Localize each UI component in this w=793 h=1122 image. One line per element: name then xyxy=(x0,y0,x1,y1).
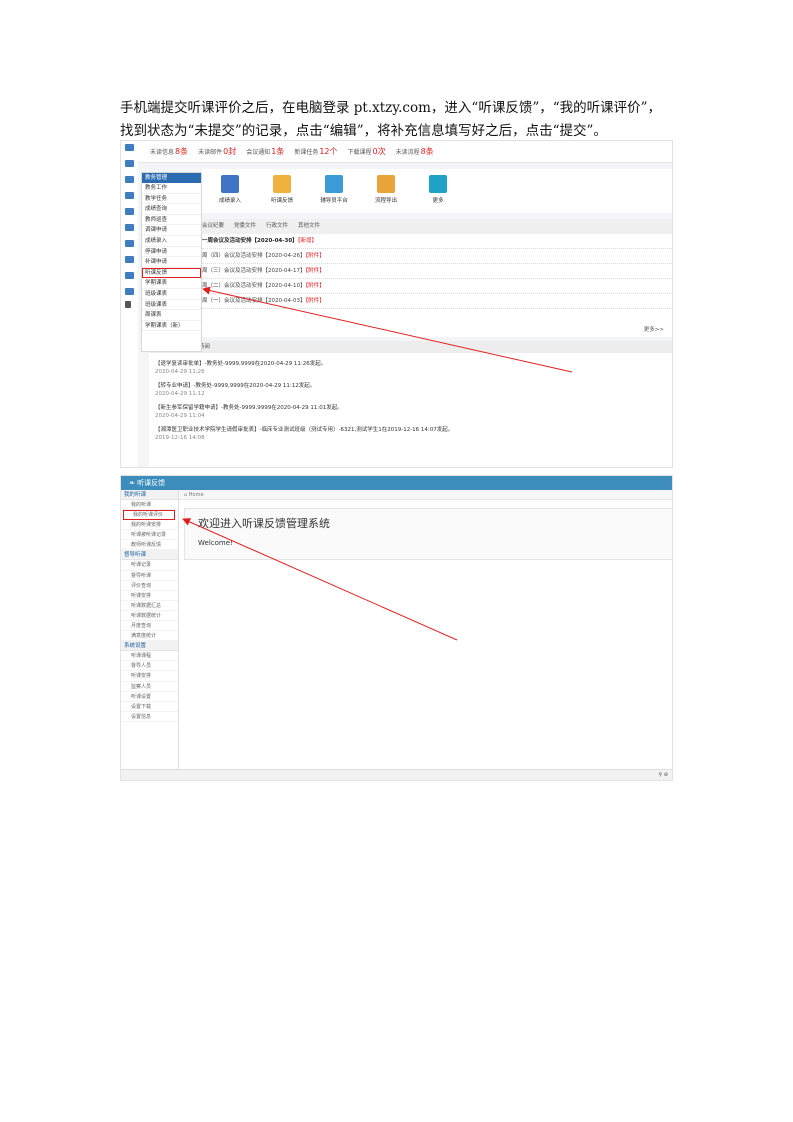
grid-icon[interactable] xyxy=(125,208,134,215)
menu-item[interactable]: 教学任务 xyxy=(142,194,201,205)
news-row[interactable]: 周（三）会议及活动安排【2020-04-17】【附件】 xyxy=(202,264,672,279)
sidebar-item[interactable]: 听课数据汇总 xyxy=(121,601,178,611)
welcome-title: 欢迎进入听课反馈管理系统 xyxy=(198,517,330,530)
news-panel: 会议纪要 党委文件 行政文件 其他文件 一周会议及活动安排【2020-04-30… xyxy=(202,219,672,337)
menu-item[interactable]: 周课表 xyxy=(142,310,201,321)
menu-item[interactable]: 教务工作 xyxy=(142,183,201,194)
status-item[interactable]: 新课任务12个 xyxy=(294,146,337,157)
status-item[interactable]: 未读流程8条 xyxy=(396,146,434,157)
sidebar-item[interactable]: 满意度统计 xyxy=(121,631,178,642)
welcome-panel: 欢迎进入听课反馈管理系统 Welcome! xyxy=(184,508,672,560)
grid-icon[interactable] xyxy=(125,288,134,295)
sidebar-group[interactable]: 我的听课 xyxy=(121,490,178,500)
sidebar-item[interactable]: 我的听课安排 xyxy=(121,520,178,531)
menu-item[interactable]: 学期课表 xyxy=(142,278,201,289)
menu-item[interactable]: 教师巡查 xyxy=(142,215,201,226)
instruction-text: 手机端提交听课评价之后，在电脑登录 pt.xtzy.com，进入“听课反馈”，“… xyxy=(120,97,680,143)
news-row[interactable]: 周（一）会议及活动安排【2020-04-03】【附件】 xyxy=(202,294,672,309)
sidebar-item[interactable]: 设置信息 xyxy=(121,712,178,722)
sidebar-item[interactable]: 设置下载 xyxy=(121,702,178,712)
sidebar-item[interactable]: 听课安排 xyxy=(121,591,178,601)
menu-item[interactable]: 成绩录入 xyxy=(142,236,201,247)
portal-status-bar: 未读信息8条 未读邮件0封 会议通知1条 新课任务12个 下载课程0次 未读流程… xyxy=(138,141,672,163)
notice-item[interactable]: 【转专业申请】-教务处-9999,9999在2020-04-29 11:12发起… xyxy=(149,375,672,397)
menu-item[interactable]: 成绩查询 xyxy=(142,204,201,215)
grid-icon[interactable] xyxy=(125,160,134,167)
shortcut-grade-entry[interactable]: 成绩录入 xyxy=(210,175,250,204)
tab-other[interactable]: 其他文件 xyxy=(298,219,320,234)
notice-item[interactable]: 【退学复读审批单】-教务处-9999,9999在2020-04-29 11:26… xyxy=(149,353,672,375)
status-bar: ⚲ ⊘ xyxy=(121,769,672,780)
status-item[interactable]: 未读邮件0封 xyxy=(198,146,236,157)
grid-icon[interactable] xyxy=(125,240,134,247)
shortcut-more[interactable]: 更多 xyxy=(418,175,458,204)
sidebar-item[interactable]: 月度查询 xyxy=(121,621,178,632)
sidebar-item[interactable]: 督导听课 xyxy=(121,571,178,581)
shortcut-counselor[interactable]: 辅导员平台 xyxy=(314,175,354,204)
grid-icon[interactable] xyxy=(125,192,134,199)
menu-item[interactable]: 班级课表 xyxy=(142,289,201,300)
sidebar-group[interactable]: 督导听课 xyxy=(121,550,178,561)
sidebar-item[interactable]: 评价查询 xyxy=(121,581,178,591)
news-row[interactable]: 周（四）会议及活动安排【2020-04-26】【附件】 xyxy=(202,249,672,264)
system-sidebar: 我的听课 我的听课 我的听课评价1 我的听课安排 听课被听课记录 教师听课反馈 … xyxy=(121,490,179,770)
speaker-icon[interactable] xyxy=(125,301,131,308)
academic-menu: 教务管理 教务工作 教学任务 成绩查询 教师巡查 调课申请 成绩录入 停课申请 … xyxy=(141,172,202,352)
menu-item[interactable]: 班级课表 xyxy=(142,300,201,311)
portal-screenshot: 未读信息8条 未读邮件0封 会议通知1条 新课任务12个 下载课程0次 未读流程… xyxy=(120,140,673,468)
feedback-system-screenshot: ❧ 听课反馈 我的听课 我的听课 我的听课评价1 我的听课安排 听课被听课记录 … xyxy=(120,475,673,781)
grid-icon[interactable] xyxy=(125,256,134,263)
status-item[interactable]: 会议通知1条 xyxy=(246,146,284,157)
tab-admin[interactable]: 行政文件 xyxy=(266,219,288,234)
notice-item[interactable]: 【湘潭医卫职业技术学院学生请假审批表】-临床专业测试班级（测试专用）-6321,… xyxy=(149,419,672,441)
menu-item-lecture-feedback[interactable]: 听课反馈 xyxy=(142,267,201,279)
status-item[interactable]: 下载课程0次 xyxy=(348,146,386,157)
sidebar-item[interactable]: 我的听课 xyxy=(121,500,178,511)
welcome-subtitle: Welcome! xyxy=(198,539,233,547)
sidebar-item[interactable]: 听课被听课记录 xyxy=(121,530,178,541)
sidebar-item[interactable]: 督导人员 xyxy=(121,661,178,672)
news-tabs: 会议纪要 党委文件 行政文件 其他文件 xyxy=(202,219,672,234)
sidebar-item[interactable]: 听课数据统计 xyxy=(121,611,178,622)
person-icon xyxy=(325,175,343,193)
sidebar-item[interactable]: 听课安排 xyxy=(121,671,178,682)
menu-item[interactable]: 调课申请 xyxy=(142,225,201,236)
sidebar-item-my-evaluation[interactable]: 我的听课评价1 xyxy=(123,510,175,521)
breadcrumb: ⌂ Home xyxy=(179,490,672,500)
tab-meeting[interactable]: 会议纪要 xyxy=(202,219,224,234)
sidebar-group[interactable]: 系统设置 xyxy=(121,641,178,652)
shortcut-panel: 成绩录入 听课反馈 辅导员平台 流程导出 更多 xyxy=(202,169,672,213)
sidebar-item[interactable]: 监察人员 xyxy=(121,682,178,692)
menu-item[interactable]: 补课申请 xyxy=(142,257,201,268)
menu-header: 教务管理 xyxy=(142,173,201,183)
document-icon xyxy=(273,175,291,193)
grid-icon[interactable] xyxy=(125,176,134,183)
sidebar-item[interactable]: 听课设置 xyxy=(121,692,178,702)
more-link[interactable]: 更多>> xyxy=(644,325,664,333)
monitor-icon[interactable] xyxy=(125,144,134,151)
notice-panel: 待阅 【退学复读审批单】-教务处-9999,9999在2020-04-29 11… xyxy=(149,341,672,467)
notice-header: 待阅 xyxy=(149,341,672,353)
sidebar-item[interactable]: 听课课程 xyxy=(121,651,178,662)
shortcut-lecture-feedback[interactable]: 听课反馈 xyxy=(262,175,302,204)
menu-item[interactable]: 学期课表（新） xyxy=(142,321,201,332)
more-icon xyxy=(429,175,447,193)
instruction-line-1: 手机端提交听课评价之后，在电脑登录 pt.xtzy.com，进入“听课反馈”，“… xyxy=(120,100,662,116)
portal-icon-rail xyxy=(121,141,138,467)
tab-party[interactable]: 党委文件 xyxy=(234,219,256,234)
menu-item[interactable]: 停课申请 xyxy=(142,247,201,258)
keyboard-icon xyxy=(221,175,239,193)
grid-icon[interactable] xyxy=(125,224,134,231)
status-item[interactable]: 未读信息8条 xyxy=(150,146,188,157)
leaf-icon: ❧ xyxy=(129,479,138,487)
shortcut-export[interactable]: 流程导出 xyxy=(366,175,406,204)
news-header-row[interactable]: 一周会议及活动安排【2020-04-30】【新增】 xyxy=(202,234,672,249)
news-row[interactable]: 周（二）会议及活动安排【2020-04-10】【附件】 xyxy=(202,279,672,294)
sidebar-item[interactable]: 听课记录 xyxy=(121,560,178,571)
system-title-bar: ❧ 听课反馈 xyxy=(121,476,672,490)
database-icon xyxy=(377,175,395,193)
notice-item[interactable]: 【新生参军保留学籍申请】-教务处-9999,9999在2020-04-29 11… xyxy=(149,397,672,419)
grid-icon[interactable] xyxy=(125,272,134,279)
sidebar-item[interactable]: 教师听课反馈 xyxy=(121,540,178,551)
